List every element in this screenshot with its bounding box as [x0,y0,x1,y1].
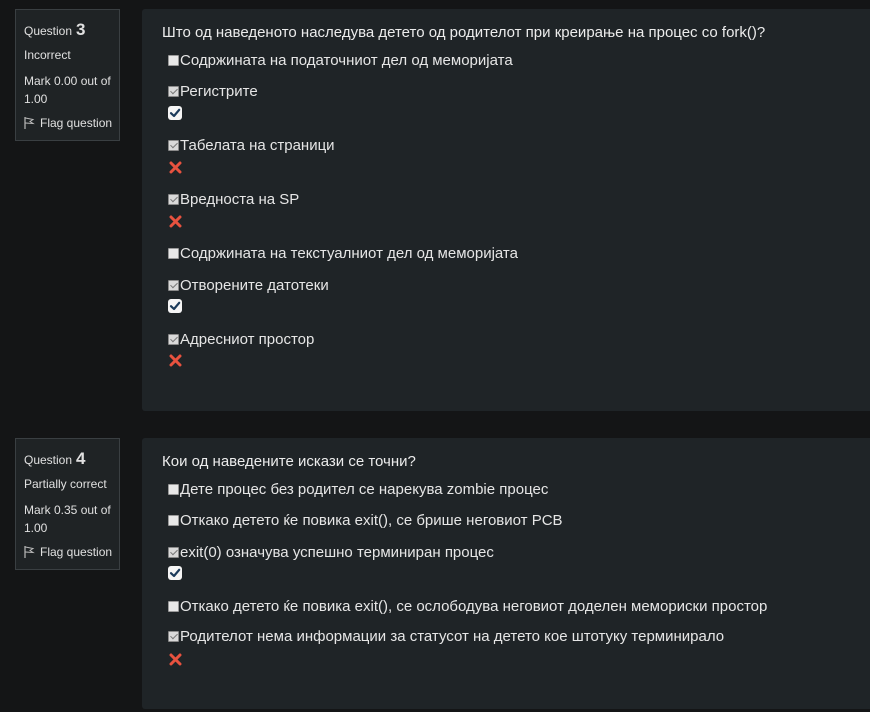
answer-checkbox[interactable] [168,333,179,345]
answer-option[interactable]: Родителот нема информации за статусот на… [168,627,725,645]
answer-checkbox[interactable] [168,514,179,526]
answer-checkbox[interactable] [168,279,179,291]
answer-option[interactable]: Отворените датотеки [168,276,329,294]
question-number: Question 3 [24,20,119,40]
correct-icon [168,566,182,580]
question-text: Кои од наведените искази се точни? [162,453,416,470]
question-grade: Mark 0.35 out of 1.00 [24,503,111,535]
question-number-value: 4 [76,449,86,468]
answer-option[interactable]: Адресниот простор [168,330,315,348]
flag-icon [24,117,35,129]
flag-question-link[interactable]: Flag question [24,545,119,559]
answer-option[interactable]: Регистрите [168,82,258,100]
answer-option[interactable]: exit(0) означува успешно терминиран проц… [168,543,494,561]
answer-checkbox[interactable] [168,600,179,612]
flag-question-label: Flag question [40,116,113,130]
answer-label: Содржината на податочниот дел од мемориј… [180,51,513,69]
question-4-content: Кои од наведените искази се точни? Дете … [142,438,870,709]
answer-label: Регистрите [180,82,258,100]
answer-label: Откако детето ќе повика exit(), се ослоб… [180,597,768,615]
incorrect-icon [168,161,182,175]
question-4-info: Question 4 Partially correct Mark 0.35 o… [15,438,120,570]
correct-icon [168,106,182,120]
answer-label: Табелата на страници [180,136,335,154]
answer-label: Отворените датотеки [180,276,329,294]
question-state: Partially correct [24,477,107,491]
question-text: Што од наведеното наследува детето од ро… [162,24,766,41]
answer-checkbox[interactable] [168,54,179,66]
answer-option[interactable]: Вредноста на SP [168,190,300,208]
correct-icon [168,299,182,313]
answer-option[interactable]: Табелата на страници [168,136,335,154]
answer-checkbox[interactable] [168,193,179,205]
question-label: Question [24,24,73,38]
answer-option[interactable]: Откако детето ќе повика exit(), се ослоб… [168,597,768,615]
answer-option[interactable]: Дете процес без родител се нарекува zomb… [168,480,549,498]
question-grade: Mark 0.00 out of 1.00 [24,74,111,106]
answer-label: Дете процес без родител се нарекува zomb… [180,480,549,498]
answer-option[interactable]: Откако детето ќе повика exit(), се брише… [168,511,563,529]
answer-checkbox[interactable] [168,85,179,97]
answer-label: Откако детето ќе повика exit(), се брише… [180,511,563,529]
answer-label: Содржината на текстуалниот дел од мемори… [180,244,518,262]
answer-label: Адресниот простор [180,330,315,348]
question-state: Incorrect [24,48,71,62]
flag-question-label: Flag question [40,545,113,559]
incorrect-icon [168,215,182,229]
answer-option[interactable]: Содржината на текстуалниот дел од мемори… [168,244,518,262]
incorrect-icon [168,354,182,368]
answer-label: Родителот нема информации за статусот на… [180,627,725,645]
answer-checkbox[interactable] [168,630,179,642]
flag-icon [24,546,35,558]
question-label: Question [24,453,73,467]
answer-label: exit(0) означува успешно терминиран проц… [180,543,494,561]
question-number: Question 4 [24,449,119,469]
answer-option[interactable]: Содржината на податочниот дел од мемориј… [168,51,513,69]
answer-checkbox[interactable] [168,483,179,495]
answer-checkbox[interactable] [168,139,179,151]
question-3-content: Што од наведеното наследува детето од ро… [142,9,870,411]
incorrect-icon [168,653,182,667]
answer-checkbox[interactable] [168,247,179,259]
question-3-info: Question 3 Incorrect Mark 0.00 out of 1.… [15,9,120,141]
answer-checkbox[interactable] [168,546,179,558]
flag-question-link[interactable]: Flag question [24,116,119,130]
answer-label: Вредноста на SP [180,190,300,208]
question-number-value: 3 [76,20,86,39]
